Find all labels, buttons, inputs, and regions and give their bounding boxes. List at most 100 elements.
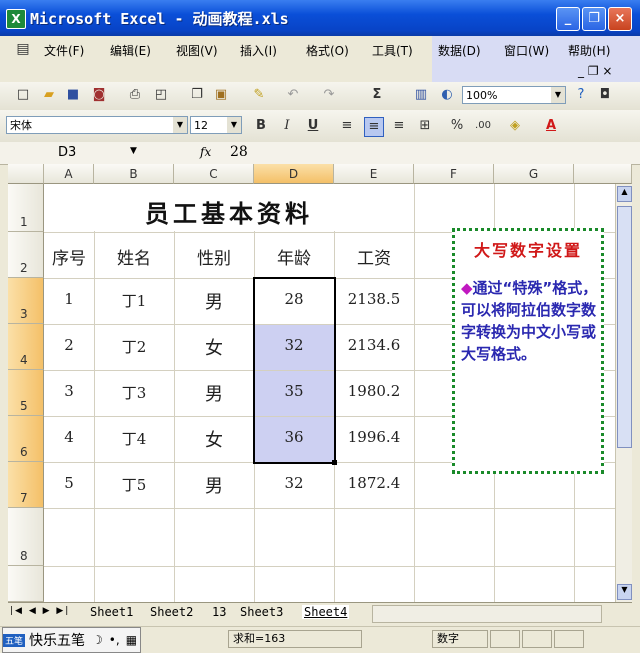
table-cell[interactable]: 1 [44,290,94,308]
menu-tools[interactable]: 工具(T) [372,42,413,59]
save-icon[interactable]: ■ [64,86,82,104]
table-cell[interactable]: 5 [44,474,94,492]
close-button[interactable]: × [608,7,632,31]
row-header-6[interactable]: 6 [8,416,44,462]
header-cell[interactable]: 性别 [174,244,254,269]
align-right-icon[interactable]: ≡ [390,117,408,135]
table-cell[interactable]: 丁3 [94,382,174,403]
menu-format[interactable]: 格式(O) [306,42,349,59]
column-header-g[interactable]: G [494,164,574,184]
align-left-icon[interactable]: ≡ [338,117,356,135]
sheet-tab-active[interactable]: Sheet4 [302,605,350,619]
font-combo[interactable]: 宋体 ▼ [6,116,188,134]
table-cell[interactable]: 1996.4 [334,428,414,446]
table-cell[interactable]: 2138.5 [334,290,414,308]
align-center-icon[interactable]: ≡ [364,117,384,137]
sheet-tab[interactable]: Sheet1 [90,605,133,619]
print-icon[interactable]: ⎙ [126,86,144,104]
font-color-icon[interactable]: A [542,117,560,135]
italic-button[interactable]: I [278,117,296,135]
select-all-corner[interactable] [8,164,44,184]
scroll-up-icon[interactable]: ▲ [617,186,632,202]
table-cell[interactable]: 2134.6 [334,336,414,354]
table-cell[interactable]: 2 [44,336,94,354]
table-cell[interactable]: 1872.4 [334,474,414,492]
column-header-a[interactable]: A [44,164,94,184]
moon-icon[interactable]: ☽ [89,633,106,647]
header-cell[interactable]: 年龄 [254,244,334,269]
restore-button[interactable]: ❐ [582,7,606,31]
table-cell[interactable]: 1980.2 [334,382,414,400]
underline-button[interactable]: U [304,117,322,135]
vertical-scrollbar[interactable]: ▲ ▼ [615,184,632,602]
table-cell[interactable]: 丁2 [94,336,174,357]
table-cell[interactable]: 男 [174,380,254,406]
scroll-thumb[interactable] [617,206,632,448]
table-cell[interactable]: 丁4 [94,428,174,449]
row-header-8[interactable]: 8 [8,508,44,566]
column-header-c[interactable]: C [174,164,254,184]
help-icon[interactable]: ? [572,86,590,104]
drawing-icon[interactable]: ◐ [438,86,456,104]
decimal-icon[interactable]: .00 [474,117,492,135]
autosum-icon[interactable]: Σ [368,86,386,104]
merge-center-icon[interactable]: ⊞ [416,117,434,135]
menu-window[interactable]: 窗口(W) [504,42,549,59]
table-cell[interactable]: 男 [174,288,254,314]
menu-data[interactable]: 数据(D) [438,42,481,59]
column-header-f[interactable]: F [414,164,494,184]
document-icon[interactable]: ▤ [14,40,32,58]
chart-wizard-icon[interactable]: ▥ [412,86,430,104]
row-header-1[interactable]: 1 [8,184,44,232]
formula-input[interactable]: 28 [230,144,248,160]
menu-file[interactable]: 文件(F) [44,42,84,59]
table-cell[interactable]: 3 [44,382,94,400]
chevron-down-icon[interactable]: ▼ [130,146,137,156]
fill-color-icon[interactable]: ◈ [506,117,524,135]
row-header-2[interactable]: 2 [8,232,44,278]
sheet-tab[interactable]: Sheet2 [150,605,193,619]
open-icon[interactable]: ▰ [40,86,58,104]
header-cell[interactable]: 序号 [44,244,94,269]
keyboard-icon[interactable]: ▦ [123,633,140,647]
header-cell[interactable]: 工资 [334,244,414,269]
column-header-h[interactable] [574,164,632,184]
sheet-tab[interactable]: Sheet3 [240,605,283,619]
bold-button[interactable]: B [252,117,270,135]
column-header-d[interactable]: D [254,164,334,184]
row-header-9[interactable] [8,566,44,602]
sheet-tab[interactable]: 13 [212,605,226,619]
format-painter-icon[interactable]: ✎ [250,86,268,104]
menu-insert[interactable]: 插入(I) [240,42,277,59]
paste-icon[interactable]: ▣ [212,86,230,104]
chevron-down-icon[interactable]: ▼ [173,117,187,133]
table-cell[interactable]: 32 [254,474,334,492]
table-cell[interactable]: 女 [174,426,254,452]
column-header-e[interactable]: E [334,164,414,184]
menu-view[interactable]: 视图(V) [176,42,218,59]
chevron-down-icon[interactable]: ▼ [227,117,241,133]
table-cell[interactable]: 4 [44,428,94,446]
column-header-b[interactable]: B [94,164,174,184]
menu-help[interactable]: 帮助(H) [568,42,610,59]
copy-icon[interactable]: ❐ [188,86,206,104]
ime-toolbar[interactable]: 五笔 快乐五笔 ☽ •, ▦ [2,627,142,653]
font-size-combo[interactable]: 12 ▼ [190,116,242,134]
permission-icon[interactable]: ◙ [90,86,108,104]
excel-app-icon[interactable]: X [6,9,26,29]
row-header-7[interactable]: 7 [8,462,44,508]
redo-icon[interactable]: ↷ [320,86,338,104]
row-header-5[interactable]: 5 [8,370,44,416]
tab-scroll-icons[interactable]: |◀ ◀ ▶ ▶| [10,606,70,616]
table-cell[interactable]: 丁5 [94,474,174,495]
zoom-combo[interactable]: 100% ▼ [462,86,566,104]
percent-icon[interactable]: % [448,117,466,135]
table-cell[interactable]: 丁1 [94,290,174,311]
minimize-button[interactable]: _ [556,7,580,31]
workbook-window-controls[interactable]: _ ❐ × [578,64,612,78]
row-header-4[interactable]: 4 [8,324,44,370]
row-header-3[interactable]: 3 [8,278,44,324]
header-cell[interactable]: 姓名 [94,244,174,269]
fill-handle[interactable] [332,460,337,465]
menu-edit[interactable]: 编辑(E) [110,42,151,59]
